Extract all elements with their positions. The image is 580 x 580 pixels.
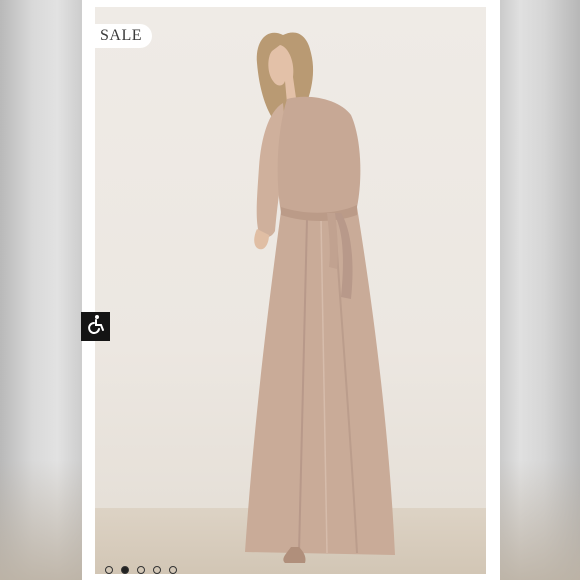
blurred-background-right <box>500 0 580 580</box>
wheelchair-icon <box>86 314 106 339</box>
carousel-indicators <box>105 566 177 574</box>
model-in-dress-illustration <box>245 32 395 563</box>
product-photo[interactable] <box>95 7 486 574</box>
carousel-dot[interactable] <box>137 566 145 574</box>
sale-badge: SALE <box>91 24 152 48</box>
blurred-background-left <box>0 0 82 580</box>
carousel-dot-active[interactable] <box>121 566 129 574</box>
product-image-card: SALE <box>82 0 500 580</box>
accessibility-button[interactable] <box>81 312 110 341</box>
carousel-dot[interactable] <box>153 566 161 574</box>
carousel-dot[interactable] <box>169 566 177 574</box>
carousel-dot[interactable] <box>105 566 113 574</box>
